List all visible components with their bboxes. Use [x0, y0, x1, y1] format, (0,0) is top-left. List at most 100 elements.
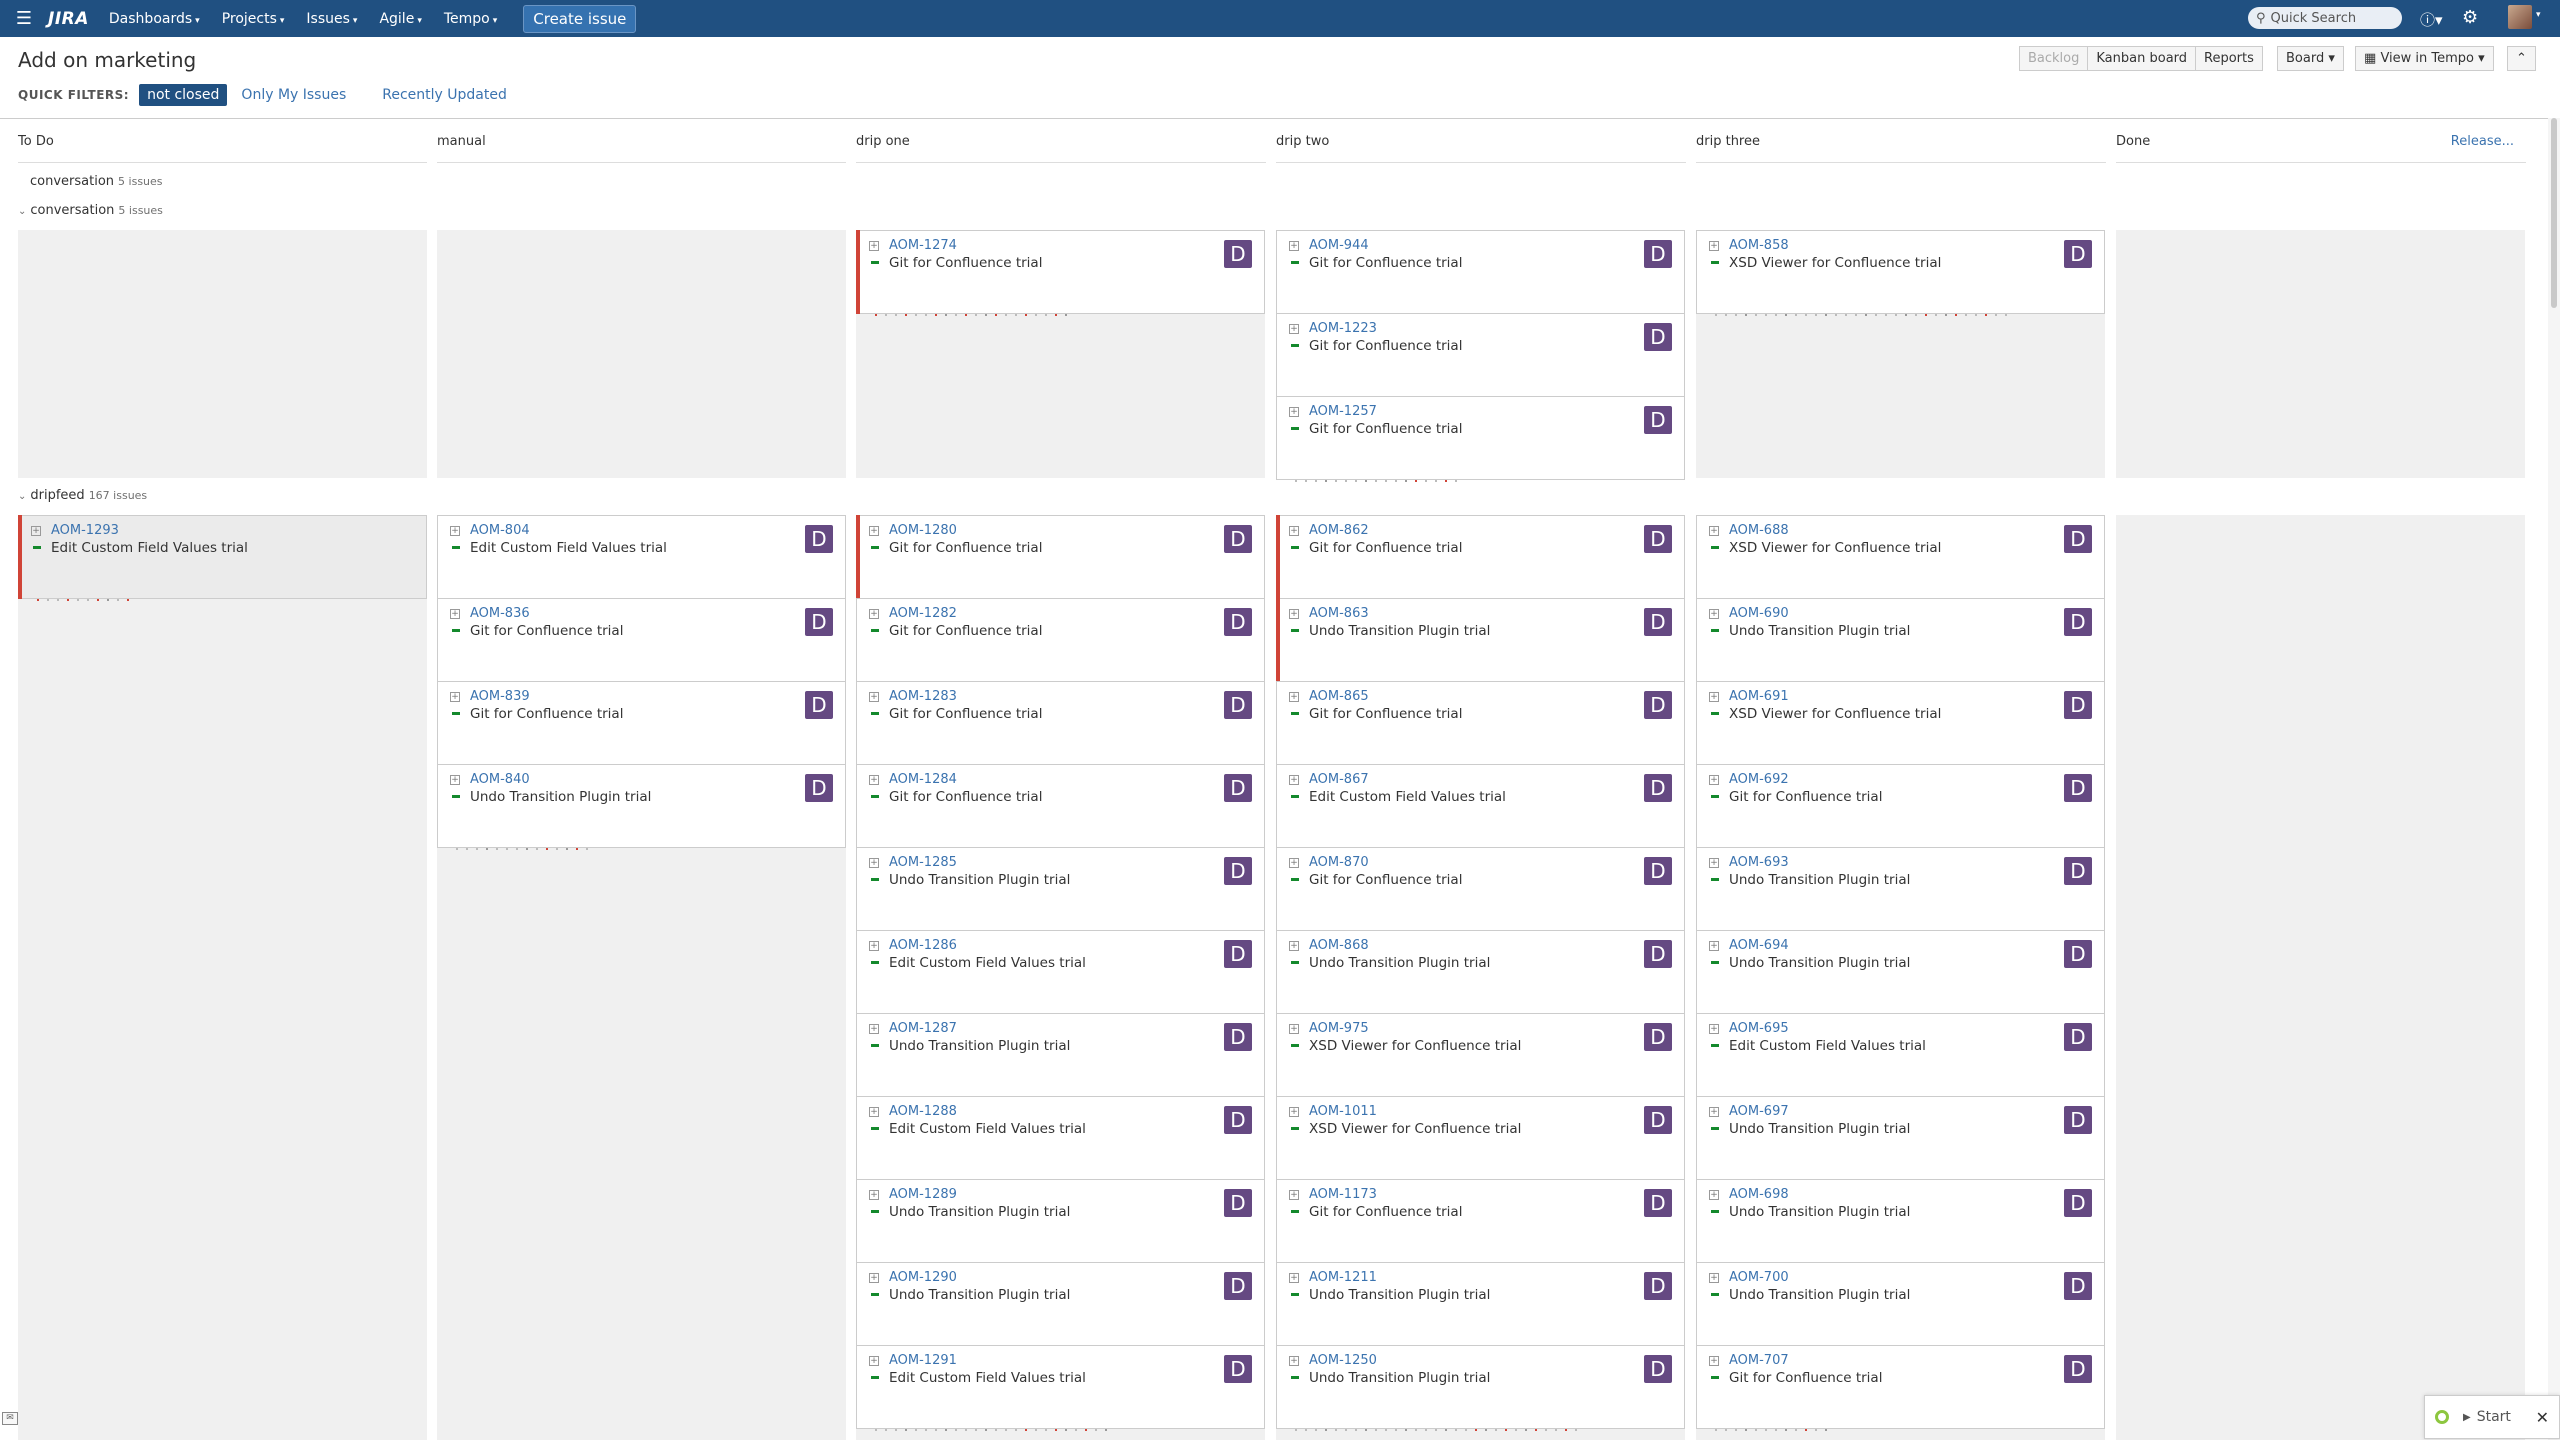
user-avatar[interactable] — [2508, 5, 2532, 29]
issue-key-link[interactable]: AOM-1293 — [51, 523, 119, 538]
issue-card[interactable]: + AOM-1293 Edit Custom Field Values trial — [18, 515, 427, 601]
issue-card[interactable]: + AOM-1211 Undo Transition Plugin trial D — [1276, 1262, 1685, 1348]
issue-key-link[interactable]: AOM-1211 — [1309, 1270, 1377, 1285]
issue-key-link[interactable]: AOM-862 — [1309, 523, 1369, 538]
assignee-avatar[interactable]: D — [1224, 857, 1252, 885]
swimlane-dripfeed[interactable]: ⌄ dripfeed 167 issues — [18, 488, 147, 503]
assignee-avatar[interactable]: D — [1644, 406, 1672, 434]
issue-key-link[interactable]: AOM-707 — [1729, 1353, 1789, 1368]
assignee-avatar[interactable]: D — [2064, 608, 2092, 636]
issue-card[interactable]: + AOM-1274 Git for Confluence trial D — [856, 230, 1265, 316]
assignee-avatar[interactable]: D — [805, 525, 833, 553]
assignee-avatar[interactable]: D — [1224, 1272, 1252, 1300]
issue-card[interactable]: + AOM-1285 Undo Transition Plugin trial D — [856, 847, 1265, 933]
assignee-avatar[interactable]: D — [1224, 1189, 1252, 1217]
assignee-avatar[interactable]: D — [1224, 774, 1252, 802]
issue-key-link[interactable]: AOM-700 — [1729, 1270, 1789, 1285]
issue-card[interactable]: + AOM-975 XSD Viewer for Confluence trial D — [1276, 1013, 1685, 1099]
assignee-avatar[interactable]: D — [1644, 525, 1672, 553]
nav-projects[interactable]: Projects ▾ — [222, 11, 285, 27]
nav-tempo[interactable]: Tempo ▾ — [444, 11, 497, 27]
assignee-avatar[interactable]: D — [2064, 1355, 2092, 1383]
release-link[interactable]: Release... — [2451, 134, 2514, 149]
assignee-avatar[interactable]: D — [1224, 940, 1252, 968]
filter-not-closed[interactable]: not closed — [139, 84, 228, 106]
issue-card[interactable]: + AOM-867 Edit Custom Field Values trial D — [1276, 764, 1685, 850]
start-widget[interactable]: ▶ Start ✕ — [2424, 1395, 2560, 1439]
assignee-avatar[interactable]: D — [2064, 691, 2092, 719]
assignee-avatar[interactable]: D — [1644, 1189, 1672, 1217]
issue-key-link[interactable]: AOM-839 — [470, 689, 530, 704]
issue-card[interactable]: + AOM-693 Undo Transition Plugin trial D — [1696, 847, 2105, 933]
nav-dashboards[interactable]: Dashboards ▾ — [109, 11, 200, 27]
close-icon[interactable]: ✕ — [2536, 1408, 2549, 1427]
issue-card[interactable]: + AOM-868 Undo Transition Plugin trial D — [1276, 930, 1685, 1016]
backlog-button[interactable]: Backlog — [2019, 46, 2089, 71]
issue-key-link[interactable]: AOM-1257 — [1309, 404, 1377, 419]
filter-only-my-issues[interactable]: Only My Issues — [233, 84, 354, 106]
issue-key-link[interactable]: AOM-1287 — [889, 1021, 957, 1036]
assignee-avatar[interactable]: D — [1224, 240, 1252, 268]
issue-key-link[interactable]: AOM-1280 — [889, 523, 957, 538]
swimlane-conversation[interactable]: ⌄ conversation 5 issues — [18, 203, 163, 218]
kanban-board-button[interactable]: Kanban board — [2087, 46, 2197, 71]
issue-card[interactable]: + AOM-688 XSD Viewer for Confluence trial D — [1696, 515, 2105, 601]
jira-logo[interactable]: JIRA — [48, 9, 89, 29]
issue-key-link[interactable]: AOM-690 — [1729, 606, 1789, 621]
assignee-avatar[interactable]: D — [1644, 1272, 1672, 1300]
issue-card[interactable]: + AOM-862 Git for Confluence trial D — [1276, 515, 1685, 601]
assignee-avatar[interactable]: D — [2064, 774, 2092, 802]
assignee-avatar[interactable]: D — [805, 608, 833, 636]
issue-key-link[interactable]: AOM-693 — [1729, 855, 1789, 870]
assignee-avatar[interactable]: D — [1644, 940, 1672, 968]
assignee-avatar[interactable]: D — [1224, 1106, 1252, 1134]
issue-key-link[interactable]: AOM-691 — [1729, 689, 1789, 704]
issue-key-link[interactable]: AOM-1288 — [889, 1104, 957, 1119]
assignee-avatar[interactable]: D — [2064, 525, 2092, 553]
issue-key-link[interactable]: AOM-868 — [1309, 938, 1369, 953]
issue-key-link[interactable]: AOM-944 — [1309, 238, 1369, 253]
issue-card[interactable]: + AOM-870 Git for Confluence trial D — [1276, 847, 1685, 933]
issue-key-link[interactable]: AOM-863 — [1309, 606, 1369, 621]
assignee-avatar[interactable]: D — [1644, 1023, 1672, 1051]
nav-agile[interactable]: Agile ▾ — [379, 11, 421, 27]
issue-key-link[interactable]: AOM-975 — [1309, 1021, 1369, 1036]
assignee-avatar[interactable]: D — [2064, 1023, 2092, 1051]
issue-card[interactable]: + AOM-840 Undo Transition Plugin trial D — [437, 764, 846, 850]
issue-card[interactable]: + AOM-1286 Edit Custom Field Values trial D — [856, 930, 1265, 1016]
issue-card[interactable]: + AOM-1257 Git for Confluence trial D — [1276, 396, 1685, 482]
issue-card[interactable]: + AOM-1291 Edit Custom Field Values trial D — [856, 1345, 1265, 1431]
assignee-avatar[interactable]: D — [1644, 1355, 1672, 1383]
assignee-avatar[interactable]: D — [1224, 525, 1252, 553]
issue-key-link[interactable]: AOM-697 — [1729, 1104, 1789, 1119]
issue-key-link[interactable]: AOM-1289 — [889, 1187, 957, 1202]
assignee-avatar[interactable]: D — [1644, 857, 1672, 885]
issue-key-link[interactable]: AOM-695 — [1729, 1021, 1789, 1036]
assignee-avatar[interactable]: D — [2064, 1106, 2092, 1134]
issue-card[interactable]: + AOM-1250 Undo Transition Plugin trial D — [1276, 1345, 1685, 1431]
swimlane-conversation-collapsed[interactable]: conversation 5 issues — [30, 174, 163, 189]
issue-key-link[interactable]: AOM-1250 — [1309, 1353, 1377, 1368]
create-issue-button[interactable]: Create issue — [523, 4, 637, 33]
assignee-avatar[interactable]: D — [1644, 1106, 1672, 1134]
chevron-down-icon[interactable]: ▾ — [2536, 10, 2541, 20]
assignee-avatar[interactable]: D — [1644, 608, 1672, 636]
scrollbar-thumb[interactable] — [2551, 118, 2557, 308]
issue-card[interactable]: + AOM-697 Undo Transition Plugin trial D — [1696, 1096, 2105, 1182]
issue-card[interactable]: + AOM-1284 Git for Confluence trial D — [856, 764, 1265, 850]
issue-card[interactable]: + AOM-691 XSD Viewer for Confluence trial D — [1696, 681, 2105, 767]
assignee-avatar[interactable]: D — [805, 774, 833, 802]
issue-card[interactable]: + AOM-707 Git for Confluence trial D — [1696, 1345, 2105, 1431]
filter-recently-updated[interactable]: Recently Updated — [374, 84, 515, 106]
help-icon[interactable]: ⓘ▾ — [2420, 9, 2443, 30]
issue-card[interactable]: + AOM-1011 XSD Viewer for Confluence trial… — [1276, 1096, 1685, 1182]
assignee-avatar[interactable]: D — [2064, 1272, 2092, 1300]
issue-card[interactable]: + AOM-858 XSD Viewer for Confluence trial D — [1696, 230, 2105, 316]
board-dropdown[interactable]: Board ▾ — [2277, 46, 2344, 71]
issue-key-link[interactable]: AOM-1223 — [1309, 321, 1377, 336]
assignee-avatar[interactable]: D — [1224, 1355, 1252, 1383]
issue-key-link[interactable]: AOM-804 — [470, 523, 530, 538]
issue-card[interactable]: + AOM-865 Git for Confluence trial D — [1276, 681, 1685, 767]
issue-key-link[interactable]: AOM-1286 — [889, 938, 957, 953]
assignee-avatar[interactable]: D — [2064, 240, 2092, 268]
